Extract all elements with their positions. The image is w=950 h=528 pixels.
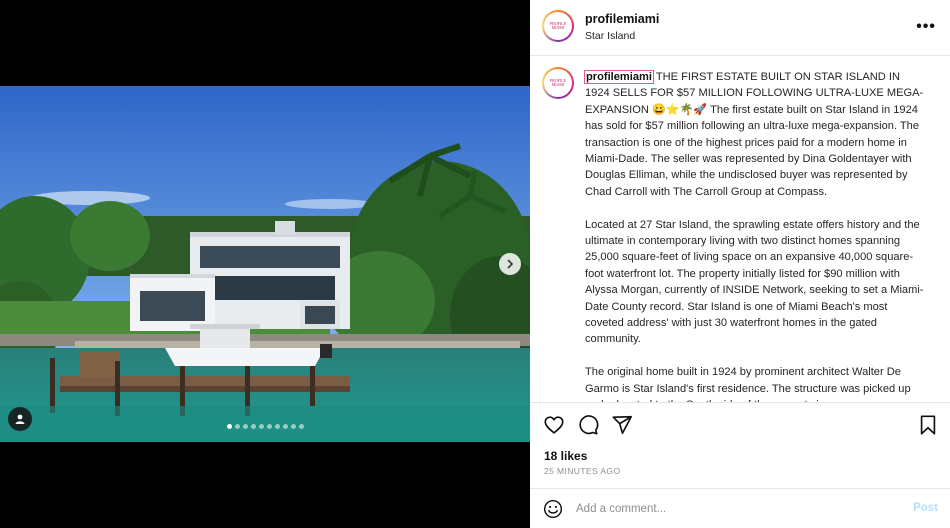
comment-input[interactable]: [576, 500, 886, 518]
emoji-icon[interactable]: [543, 499, 563, 519]
caption-avatar[interactable]: PROFILE MIAMI: [542, 67, 574, 99]
avatar-logo: PROFILE MIAMI: [544, 69, 572, 97]
post-comment-button[interactable]: Post: [913, 502, 938, 514]
comment-bar: Post: [530, 488, 950, 528]
avatar-logo: PROFILE MIAMI: [544, 12, 572, 40]
carousel-dot: [234, 424, 240, 429]
instagram-post-view: PROFILE MIAMI profilemiami Star Island •…: [0, 0, 950, 528]
post-username[interactable]: profilemiami: [585, 12, 659, 26]
caption-paragraph: Located at 27 Star Island, the sprawling…: [585, 218, 924, 346]
post-details-panel: PROFILE MIAMI profilemiami Star Island •…: [530, 0, 950, 528]
send-icon[interactable]: [611, 414, 633, 436]
carousel-dot: [274, 424, 280, 429]
next-slide-button[interactable]: [499, 253, 521, 275]
media-panel: [0, 0, 530, 528]
carousel-dot: [258, 424, 264, 429]
caption-paragraph-text: THE FIRST ESTATE BUILT ON STAR ISLAND IN…: [585, 71, 924, 198]
post-timestamp: 25 MINUTES AGO: [544, 466, 621, 476]
carousel-dot: [298, 424, 304, 429]
action-bar: 18 likes 25 MINUTES AGO: [530, 402, 950, 488]
more-options-button[interactable]: •••: [916, 19, 936, 35]
likes-count[interactable]: 18 likes: [544, 449, 587, 463]
carousel-indicator: [0, 424, 530, 429]
carousel-dot: [266, 424, 272, 429]
avatar[interactable]: PROFILE MIAMI: [542, 10, 574, 42]
caption-paragraph: profilemiami THE FIRST ESTATE BUILT ON S…: [584, 69, 925, 200]
carousel-dot: [242, 424, 248, 429]
carousel-dot: [290, 424, 296, 429]
chevron-right-icon: [507, 259, 514, 269]
post-photo[interactable]: [0, 86, 530, 442]
post-header: PROFILE MIAMI profilemiami Star Island •…: [530, 0, 950, 56]
carousel-dot: [226, 424, 232, 429]
caption-section: PROFILE MIAMI profilemiami THE FIRST EST…: [530, 57, 950, 402]
bookmark-icon[interactable]: [918, 414, 938, 436]
caption-text: profilemiami THE FIRST ESTATE BUILT ON S…: [584, 69, 925, 402]
estate-photo: [0, 86, 530, 442]
caption-paragraph: The original home built in 1924 by promi…: [585, 366, 911, 402]
carousel-dot: [282, 424, 288, 429]
comment-icon[interactable]: [577, 414, 599, 436]
carousel-dot: [250, 424, 256, 429]
post-location[interactable]: Star Island: [585, 30, 635, 42]
caption-username[interactable]: profilemiami: [584, 70, 654, 84]
heart-icon[interactable]: [543, 414, 565, 436]
